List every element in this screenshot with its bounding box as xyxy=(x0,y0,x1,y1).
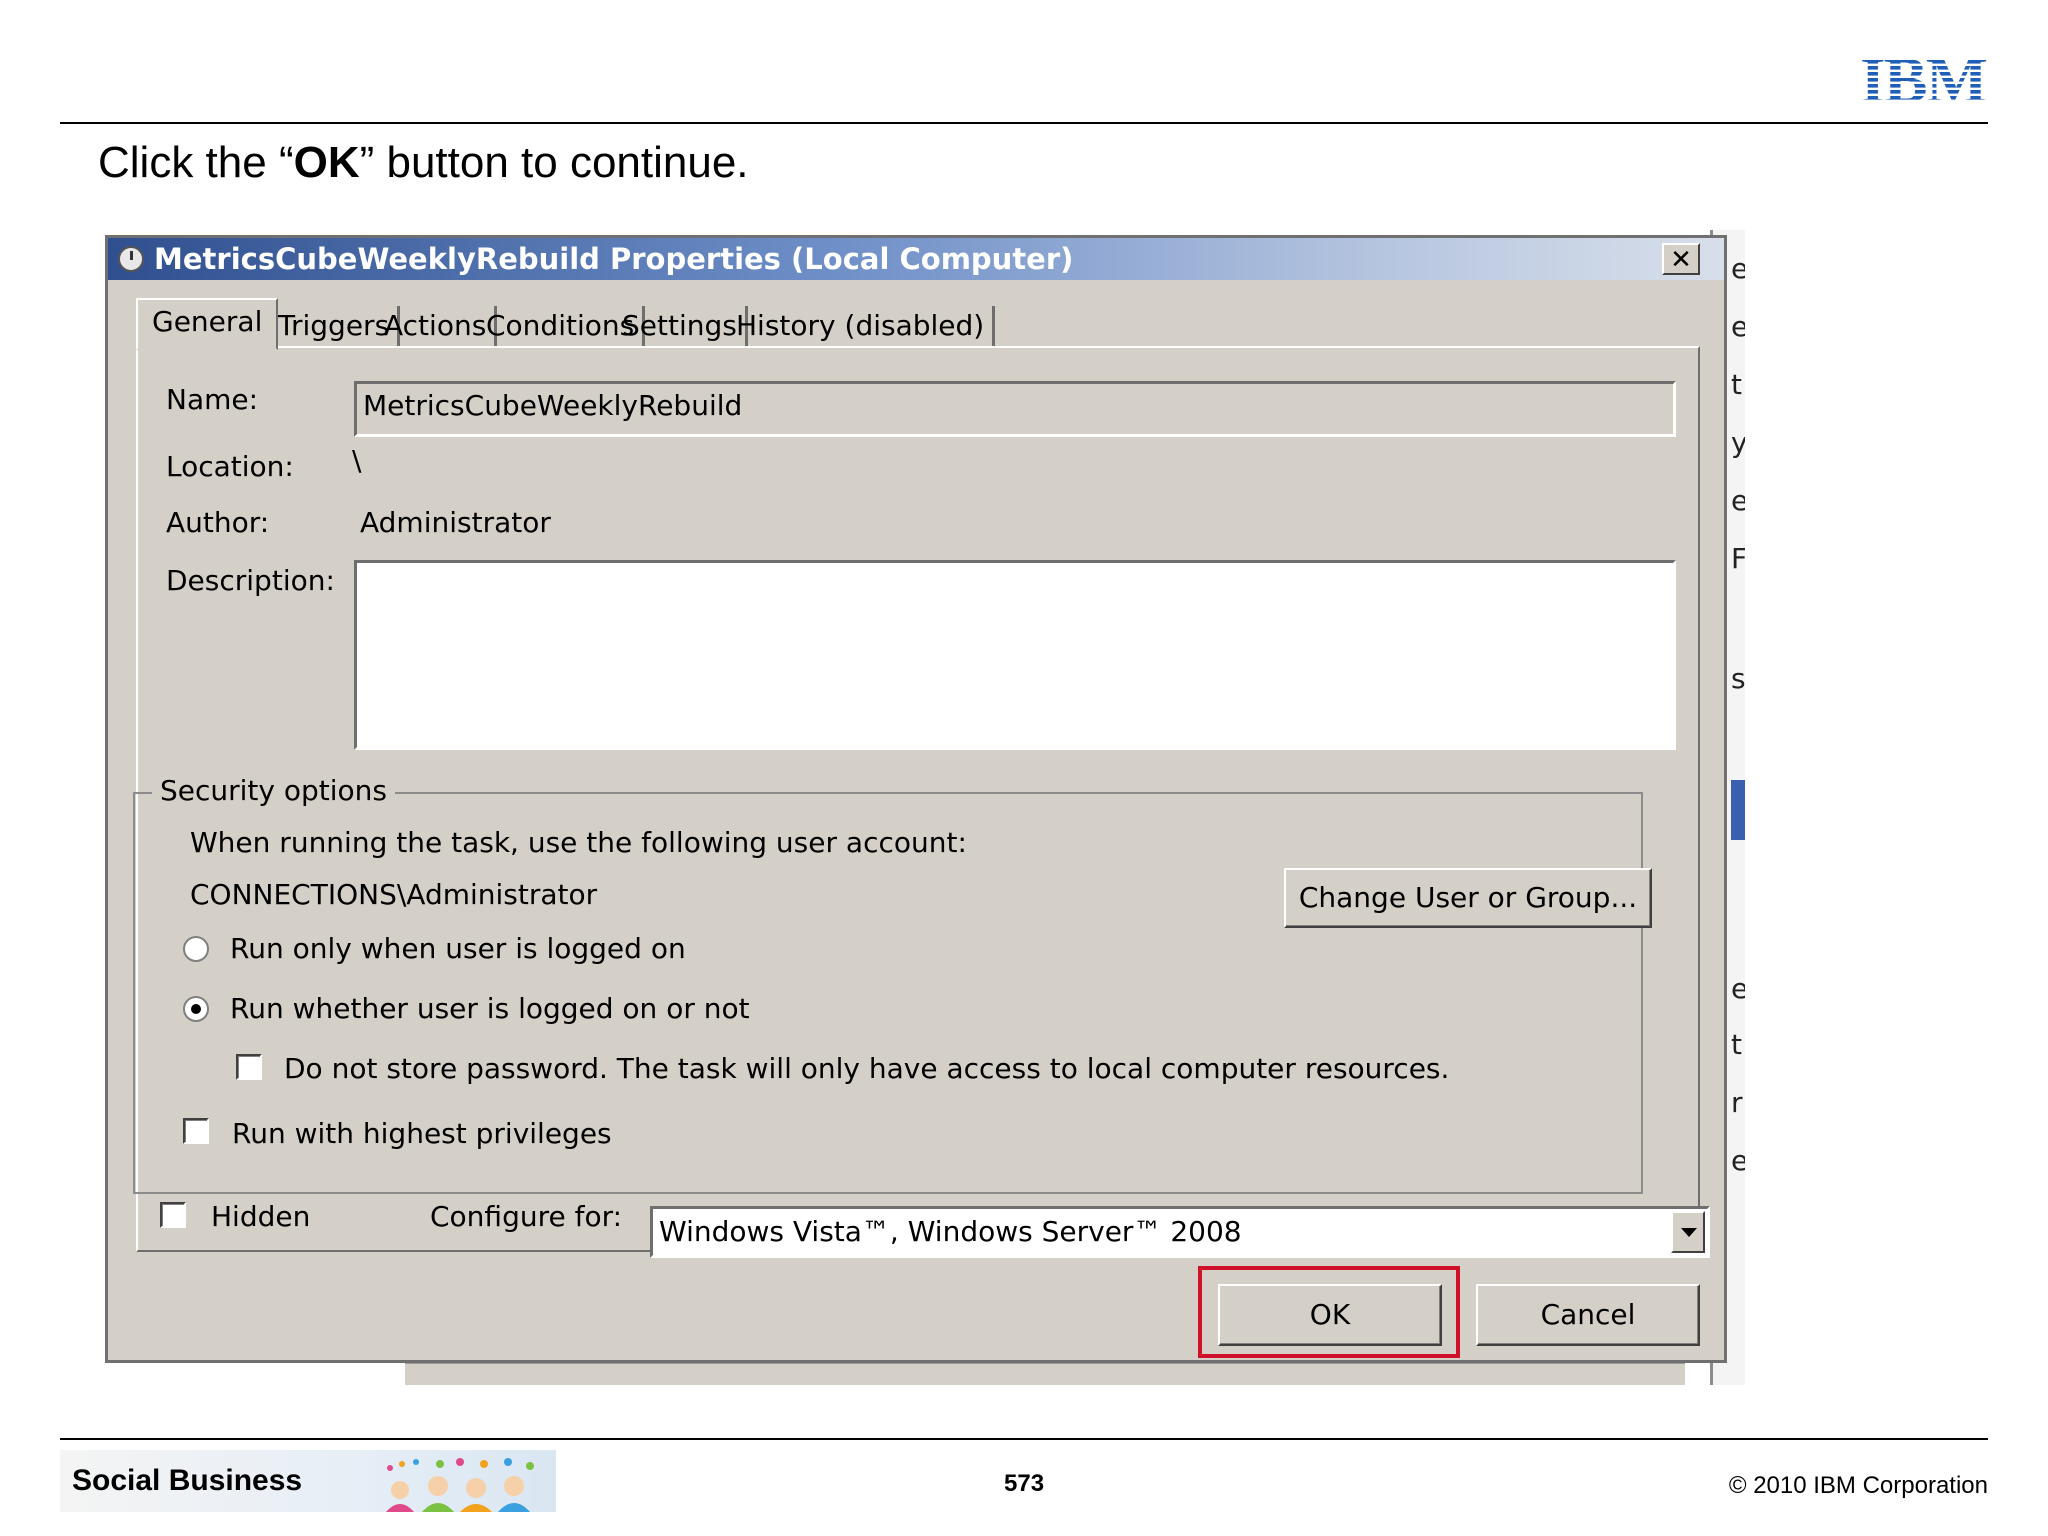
author-value: Administrator xyxy=(360,506,551,539)
header-rule xyxy=(60,122,1988,124)
close-button[interactable]: ✕ xyxy=(1662,243,1700,275)
instruction-text: Click the “OK” button to continue. xyxy=(98,138,749,187)
edge-char: e xyxy=(1731,310,1745,343)
highest-privileges-checkbox[interactable] xyxy=(183,1118,209,1144)
ok-button-highlight xyxy=(1198,1266,1460,1358)
social-business-banner: Social Business xyxy=(60,1450,556,1512)
no-store-password-label[interactable]: Do not store password. The task will onl… xyxy=(284,1052,1449,1085)
radio-whether-logged-on[interactable] xyxy=(183,996,209,1022)
dialog-title: MetricsCubeWeeklyRebuild Properties (Loc… xyxy=(154,242,1074,276)
edge-char: e xyxy=(1731,972,1745,1005)
edge-char: e xyxy=(1731,252,1745,285)
edge-char: e xyxy=(1731,1144,1745,1177)
hidden-checkbox[interactable] xyxy=(160,1202,186,1228)
edge-char: t xyxy=(1731,368,1742,401)
radio-whether-label[interactable]: Run whether user is logged on or not xyxy=(230,992,750,1025)
cancel-button[interactable]: Cancel xyxy=(1476,1284,1700,1346)
description-field[interactable] xyxy=(354,560,1676,750)
name-field[interactable]: MetricsCubeWeeklyRebuild xyxy=(354,381,1676,437)
screenshot: e e t y e Fc sl e t r e MetricsCubeWeekl… xyxy=(100,230,1745,1385)
name-value: MetricsCubeWeeklyRebuild xyxy=(363,389,743,422)
security-options-title: Security options xyxy=(152,774,396,807)
edge-char: r xyxy=(1731,1086,1743,1119)
edge-char: y xyxy=(1731,426,1745,459)
name-label: Name: xyxy=(166,383,259,416)
page-number: 573 xyxy=(1004,1470,1045,1497)
clock-icon xyxy=(118,246,144,272)
people-illustration xyxy=(386,1458,534,1512)
task-properties-dialog: MetricsCubeWeeklyRebuild Properties (Loc… xyxy=(105,235,1727,1363)
edge-char: t xyxy=(1731,1028,1742,1061)
edge-char: Fc xyxy=(1731,542,1745,575)
tab-history[interactable]: History (disabled) xyxy=(728,306,996,346)
radio-logged-on-label[interactable]: Run only when user is logged on xyxy=(230,932,686,965)
hidden-label[interactable]: Hidden xyxy=(211,1200,310,1233)
ibm-logo: IBM xyxy=(1856,48,1990,108)
location-value: \ xyxy=(352,444,362,477)
chevron-down-icon[interactable] xyxy=(1671,1211,1705,1253)
author-label: Author: xyxy=(166,506,270,539)
configure-for-value: Windows Vista™, Windows Server™ 2008 xyxy=(659,1215,1242,1248)
user-account-value: CONNECTIONS\Administrator xyxy=(190,878,598,911)
configure-for-label: Configure for: xyxy=(430,1200,623,1233)
highest-privileges-label[interactable]: Run with highest privileges xyxy=(232,1117,612,1150)
change-user-button[interactable]: Change User or Group... xyxy=(1284,868,1652,928)
footer-rule xyxy=(60,1438,1988,1440)
security-prompt: When running the task, use the following… xyxy=(190,826,967,859)
location-label: Location: xyxy=(166,450,294,483)
copyright-text: © 2010 IBM Corporation xyxy=(1728,1472,1988,1499)
banner-text: Social Business xyxy=(72,1464,303,1497)
configure-for-select[interactable]: Windows Vista™, Windows Server™ 2008 xyxy=(650,1206,1710,1258)
edge-char: e xyxy=(1731,484,1745,517)
edge-char: sl xyxy=(1731,662,1745,695)
title-bar[interactable]: MetricsCubeWeeklyRebuild Properties (Loc… xyxy=(108,238,1724,280)
instruction-bold: OK xyxy=(293,138,360,187)
selected-row-fragment xyxy=(1731,780,1745,840)
radio-logged-on[interactable] xyxy=(183,936,209,962)
description-label: Description: xyxy=(166,564,335,597)
no-store-password-checkbox[interactable] xyxy=(236,1054,262,1080)
tab-general[interactable]: General xyxy=(136,298,279,350)
background-window-bottom xyxy=(405,1362,1685,1385)
